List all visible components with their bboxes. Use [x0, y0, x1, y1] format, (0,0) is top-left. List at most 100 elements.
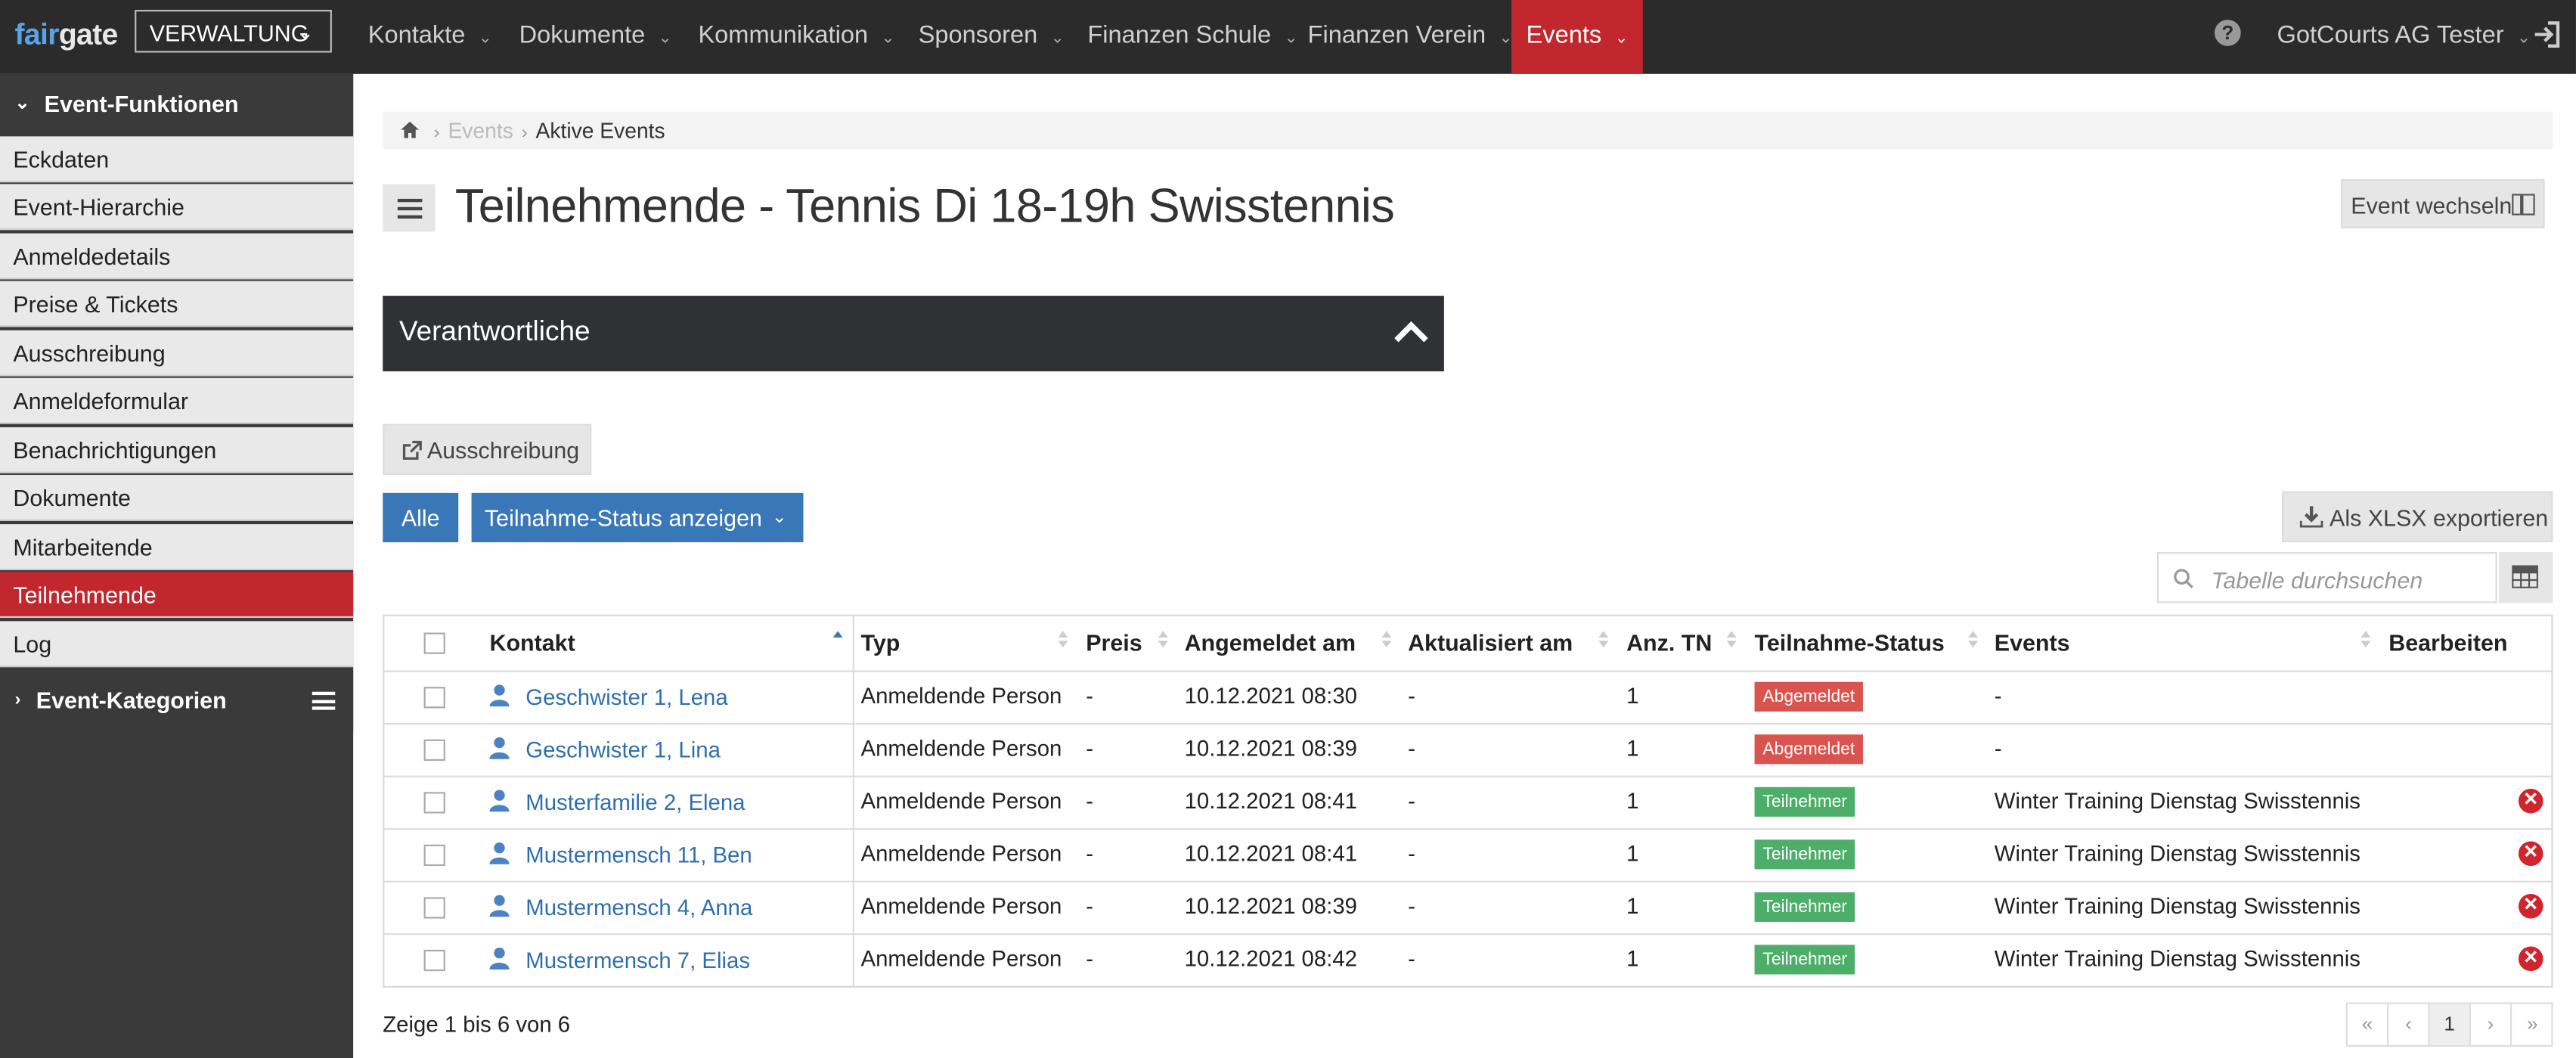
contact-link[interactable]: Mustermensch 7, Elias — [525, 948, 750, 973]
sidebar-item-anmeldeformular[interactable]: Anmeldeformular — [0, 377, 354, 424]
row-checkbox[interactable] — [423, 949, 445, 972]
remove-icon[interactable]: ✕ — [2518, 946, 2543, 972]
ausschreibung-button[interactable]: Ausschreibung — [383, 424, 592, 475]
sidebar-item-benachrichtigungen[interactable]: Benachrichtigungen — [0, 427, 354, 473]
row-checkbox[interactable] — [423, 844, 445, 867]
filter-all-button[interactable]: Alle — [383, 492, 459, 543]
remove-icon[interactable]: ✕ — [2518, 841, 2543, 867]
row-checkbox[interactable] — [423, 897, 445, 919]
sidebar-item-mitarbeitende[interactable]: Mitarbeitende — [0, 524, 354, 570]
select-all-checkbox[interactable] — [423, 632, 445, 654]
column-settings-button[interactable] — [2498, 552, 2553, 603]
cell-angemeldet: 10.12.2021 08:39 — [1184, 736, 1357, 762]
cell-typ: Anmeldende Person — [860, 894, 1062, 919]
nav-finanzen-schule[interactable]: Finanzen Schule ⌄ — [1087, 0, 1297, 74]
sidebar-item-event-hierarchie[interactable]: Event-Hierarchie — [0, 184, 354, 231]
sidebar-item-log[interactable]: Log — [0, 621, 354, 668]
home-icon[interactable] — [401, 121, 420, 138]
breadcrumb-events[interactable]: Events — [448, 118, 513, 143]
chevron-down-icon: ⌄ — [297, 21, 315, 45]
header-angemeldet[interactable]: Angemeldet am — [1185, 629, 1356, 656]
contact-link[interactable]: Geschwister 1, Lena — [525, 685, 727, 710]
user-menu[interactable]: GotCourts AG Tester ⌄ — [2277, 0, 2531, 74]
nav-kommunikation[interactable]: Kommunikation ⌄ — [698, 0, 894, 74]
header-events[interactable]: Events — [1995, 629, 2070, 656]
user-icon — [489, 737, 510, 759]
area-selector[interactable]: VERWALTUNG ⌄ — [135, 10, 332, 53]
header-preis[interactable]: Preis — [1086, 629, 1142, 656]
chevron-down-icon: ⌄ — [1614, 29, 1629, 48]
page-button[interactable]: 1 — [2429, 1004, 2471, 1045]
chevron-down-icon: ⌄ — [771, 507, 787, 528]
page-title: Teilnehmende - Tennis Di 18-19h Swissten… — [454, 181, 1395, 234]
sidebar-item-dokumente[interactable]: Dokumente — [0, 474, 354, 521]
cell-typ: Anmeldende Person — [860, 683, 1062, 709]
header-anz-tn[interactable]: Anz. TN — [1626, 629, 1712, 656]
nav-finanzen-verein[interactable]: Finanzen Verein ⌄ — [1308, 0, 1513, 74]
sidebar-item-anmeldedetails[interactable]: Anmeldedetails — [0, 233, 354, 280]
sidebar-section-event-kategorien[interactable]: › Event-Kategorien — [0, 670, 354, 731]
sidebar: ⌄ Event-Funktionen Eckdaten Event-Hierarc… — [0, 73, 354, 1058]
chevron-down-icon: ⌄ — [1050, 29, 1065, 48]
fairgate-logo[interactable]: fairgate — [15, 18, 119, 53]
help-icon[interactable]: ? — [2214, 20, 2241, 46]
row-checkbox[interactable] — [423, 687, 445, 709]
table-search — [2156, 552, 2497, 603]
contact-link[interactable]: Mustermensch 11, Ben — [525, 843, 752, 868]
sidebar-item-teilnehmende[interactable]: Teilnehmende — [0, 572, 354, 618]
cell-anz-tn: 1 — [1626, 946, 1639, 972]
cell-typ: Anmeldende Person — [860, 841, 1062, 867]
remove-icon[interactable]: ✕ — [2518, 894, 2543, 919]
sidebar-item-preise-tickets[interactable]: Preise & Tickets — [0, 281, 354, 327]
first-page-button[interactable]: « — [2348, 1004, 2389, 1045]
header-aktualisiert[interactable]: Aktualisiert am — [1408, 629, 1573, 656]
event-switch-button[interactable]: Event wechseln — [2341, 178, 2545, 229]
cell-events: Winter Training Dienstag Swisstennis — [1994, 946, 2361, 972]
header-kontakt[interactable]: Kontakt — [489, 629, 575, 656]
chevron-up-icon[interactable] — [1393, 317, 1430, 346]
hamburger-icon[interactable] — [312, 691, 336, 710]
cell-events: Winter Training Dienstag Swisstennis — [1994, 788, 2361, 814]
participants-table: Kontakt Typ Preis Angemeldet am Aktualis… — [383, 614, 2553, 988]
contact-link[interactable]: Musterfamilie 2, Elena — [525, 790, 745, 815]
cell-preis: - — [1086, 736, 1093, 762]
status-filter-dropdown[interactable]: Teilnahme-Status anzeigen ⌄ — [471, 492, 804, 543]
nav-events[interactable]: Events ⌄ — [1511, 0, 1644, 74]
sidebar-item-eckdaten[interactable]: Eckdaten — [0, 136, 354, 183]
header-typ[interactable]: Typ — [861, 629, 901, 656]
cell-angemeldet: 10.12.2021 08:39 — [1184, 894, 1357, 919]
cell-angemeldet: 10.12.2021 08:42 — [1184, 946, 1357, 972]
cell-preis: - — [1086, 788, 1093, 814]
status-badge: Abgemeldet — [1754, 681, 1864, 712]
user-icon — [489, 684, 510, 707]
prev-page-button[interactable]: ‹ — [2388, 1004, 2430, 1045]
next-page-button[interactable]: › — [2471, 1004, 2512, 1045]
cell-anz-tn: 1 — [1626, 683, 1639, 709]
layout-icon — [2512, 194, 2535, 216]
status-badge: Teilnehmer — [1754, 892, 1855, 922]
nav-dokumente[interactable]: Dokumente ⌄ — [519, 0, 672, 74]
sidebar-item-ausschreibung[interactable]: Ausschreibung — [0, 330, 354, 377]
last-page-button[interactable]: » — [2512, 1004, 2553, 1045]
pagination: « ‹ 1 › » — [2345, 1002, 2553, 1047]
remove-icon[interactable]: ✕ — [2518, 788, 2543, 814]
search-input[interactable] — [2208, 562, 2494, 598]
breadcrumb-current: Aktive Events — [535, 118, 665, 144]
cell-typ: Anmeldende Person — [860, 946, 1062, 972]
contact-link[interactable]: Geschwister 1, Lina — [525, 738, 721, 763]
nav-sponsoren[interactable]: Sponsoren ⌄ — [919, 0, 1065, 74]
cell-anz-tn: 1 — [1626, 841, 1639, 867]
row-checkbox[interactable] — [423, 792, 445, 814]
export-xlsx-button[interactable]: Als XLSX exportieren — [2282, 491, 2553, 543]
sidebar-section-event-funktionen[interactable]: ⌄ Event-Funktionen — [0, 73, 354, 135]
cell-aktualisiert: - — [1408, 841, 1415, 867]
row-checkbox[interactable] — [423, 739, 445, 762]
cell-angemeldet: 10.12.2021 08:30 — [1184, 683, 1357, 709]
page-menu-button[interactable] — [383, 184, 436, 232]
nav-kontakte[interactable]: Kontakte ⌄ — [368, 0, 492, 74]
contact-link[interactable]: Mustermensch 4, Anna — [525, 895, 752, 920]
cell-events: - — [1994, 736, 2002, 762]
logout-icon[interactable] — [2531, 20, 2561, 49]
header-teilnahme-status[interactable]: Teilnahme-Status — [1755, 629, 1945, 656]
verantwortliche-panel[interactable]: Verantwortliche — [383, 296, 1444, 372]
